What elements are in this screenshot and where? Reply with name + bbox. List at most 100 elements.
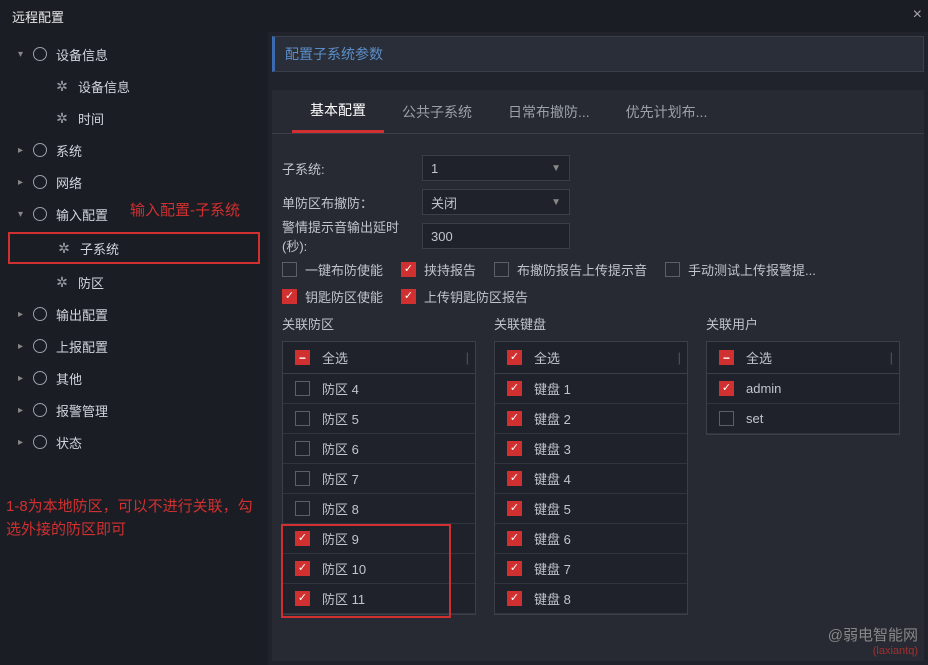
checkbox-checks1-3[interactable]: 手动测试上传报警提... (665, 260, 816, 279)
checkbox-checked-icon (507, 350, 522, 365)
list-item[interactable]: 防区 7 (283, 464, 475, 494)
list-item[interactable]: 防区 8 (283, 494, 475, 524)
sidebar-item-label: 报警管理 (56, 401, 108, 420)
alarm-delay-input[interactable]: 300 (422, 223, 570, 249)
list-item-label: 防区 5 (322, 409, 359, 428)
list-item[interactable]: admin (707, 374, 899, 404)
subsystem-select[interactable]: 1 ▼ (422, 155, 570, 181)
globe-icon (32, 174, 48, 190)
sidebar-item-label: 子系统 (80, 239, 119, 258)
tab-3[interactable]: 优先计划布... (608, 90, 726, 133)
list-item[interactable]: 键盘 5 (495, 494, 687, 524)
caret-icon: ▸ (18, 373, 28, 384)
checkbox-icon (507, 591, 522, 606)
list-item[interactable]: 键盘 2 (495, 404, 687, 434)
sidebar-item-6[interactable]: 子系统 (8, 232, 260, 264)
sidebar-item-12[interactable]: ▸状态 (0, 426, 268, 458)
sidebar-item-11[interactable]: ▸ 报警管理 (0, 394, 268, 426)
gear-icon (56, 240, 72, 256)
titlebar: 远程配置 × (0, 0, 928, 32)
checkbox-checks2-0[interactable]: 钥匙防区使能 (282, 287, 383, 306)
checkbox-checks1-1[interactable]: 挟持报告 (401, 260, 476, 279)
zones-select-all[interactable]: 全选 | (283, 342, 475, 374)
sidebar-item-2[interactable]: 时间 (0, 102, 268, 134)
checkbox-partial-icon (295, 350, 310, 365)
sidebar-item-label: 上报配置 (56, 337, 108, 356)
list-item[interactable]: 键盘 7 (495, 554, 687, 584)
list-item[interactable]: 键盘 3 (495, 434, 687, 464)
alarm-delay-value: 300 (431, 229, 453, 244)
checkbox-checks2-1[interactable]: 上传钥匙防区报告 (401, 287, 528, 306)
sidebar-item-7[interactable]: 防区 (0, 266, 268, 298)
list-item[interactable]: 防区 5 (283, 404, 475, 434)
checkbox-checks1-2[interactable]: 布撤防报告上传提示音 (494, 260, 647, 279)
list-item-label: set (746, 411, 763, 426)
sidebar-item-label: 时间 (78, 109, 104, 128)
list-item[interactable]: set (707, 404, 899, 434)
subsystem-value: 1 (431, 161, 438, 176)
sidebar-item-label: 状态 (56, 433, 82, 452)
close-icon[interactable]: × (913, 6, 922, 24)
checkbox-icon (507, 381, 522, 396)
list-item[interactable]: 防区 6 (283, 434, 475, 464)
caret-icon: ▸ (18, 405, 28, 416)
window-title: 远程配置 (12, 7, 64, 26)
sidebar-item-label: 其他 (56, 369, 82, 388)
keyboards-select-all[interactable]: 全选 | (495, 342, 687, 374)
sidebar-item-label: 输入配置 (56, 205, 108, 224)
caret-icon: ▸ (18, 145, 28, 156)
sidebar-item-10[interactable]: ▸ 其他 (0, 362, 268, 394)
checkbox-icon (282, 289, 297, 304)
list-item[interactable]: 键盘 8 (495, 584, 687, 614)
assoc-users-title: 关联用户 (706, 314, 900, 333)
list-item-label: 键盘 6 (534, 529, 571, 548)
sidebar-item-4[interactable]: ▸网络 (0, 166, 268, 198)
checkbox-label: 布撤防报告上传提示音 (517, 260, 647, 279)
form-area: 子系统: 1 ▼ 单防区布撤防： 关闭 ▼ 警情提示音输出延时(秒): (272, 134, 924, 625)
list-item[interactable]: 防区 11 (283, 584, 475, 614)
caret-icon: ▸ (18, 341, 28, 352)
sidebar-item-label: 设备信息 (56, 45, 108, 64)
watermark-line2: (laxiantq) (873, 645, 918, 657)
keyboards-listbox: 全选 | 键盘 1键盘 2键盘 3键盘 4键盘 5 键盘 6 键盘 7 键盘 8 (494, 341, 688, 615)
list-item[interactable]: 键盘 6 (495, 524, 687, 554)
users-select-all[interactable]: 全选 | (707, 342, 899, 374)
globe-icon (32, 46, 48, 62)
tab-2[interactable]: 日常布撤防... (490, 90, 608, 133)
checkbox-icon (719, 411, 734, 426)
sidebar-item-9[interactable]: ▸ 上报配置 (0, 330, 268, 362)
sidebar-item-label: 系统 (56, 141, 82, 160)
list-item[interactable]: 防区 10 (283, 554, 475, 584)
checkbox-icon (401, 289, 416, 304)
tabs: 基本配置公共子系统日常布撤防...优先计划布... (272, 90, 924, 134)
panel-title: 配置子系统参数 (285, 44, 383, 64)
checkbox-icon (507, 441, 522, 456)
checkbox-icon (665, 262, 680, 277)
sidebar-item-1[interactable]: 设备信息 (0, 70, 268, 102)
tab-1[interactable]: 公共子系统 (384, 90, 490, 133)
sidebar-item-0[interactable]: ▾ 设备信息 (0, 38, 268, 70)
checkbox-icon (507, 531, 522, 546)
sidebar-item-3[interactable]: ▸ 系统 (0, 134, 268, 166)
checkbox-row-2: 钥匙防区使能上传钥匙防区报告 (282, 287, 914, 306)
tab-0[interactable]: 基本配置 (292, 90, 384, 133)
list-item[interactable]: 防区 9 (283, 524, 475, 554)
list-item[interactable]: 防区 4 (283, 374, 475, 404)
annotation-1: 输入配置-子系统 (130, 200, 240, 223)
caret-icon: ▾ (18, 49, 28, 60)
zones-listbox: 全选 | 防区 4 防区 5 防区 6防区 7防区 8防区 9防区 10防区 11 (282, 341, 476, 615)
list-item[interactable]: 键盘 1 (495, 374, 687, 404)
globe-icon (32, 338, 48, 354)
checkbox-icon (494, 262, 509, 277)
list-item[interactable]: 键盘 4 (495, 464, 687, 494)
single-zone-value: 关闭 (431, 193, 457, 212)
sidebar: ▾设备信息设备信息时间▸系统▸网络▾输入配置子系统防区▸输出配置▸上报配置▸其他… (0, 32, 268, 665)
sidebar-item-8[interactable]: ▸输出配置 (0, 298, 268, 330)
single-zone-select[interactable]: 关闭 ▼ (422, 189, 570, 215)
watermark-line1: @弱电智能网 (828, 624, 918, 645)
users-listbox: 全选 | admin set (706, 341, 900, 435)
list-item-label: 键盘 8 (534, 589, 571, 608)
caret-icon: ▸ (18, 309, 28, 320)
divider-icon: | (678, 350, 681, 365)
checkbox-checks1-0[interactable]: 一键布防使能 (282, 260, 383, 279)
